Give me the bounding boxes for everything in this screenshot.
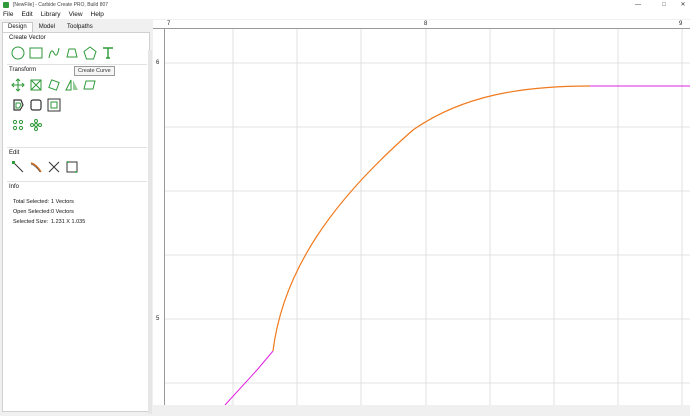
create-vector-section: Create Vector bbox=[7, 33, 147, 65]
menu-bar: File Edit Library View Help bbox=[0, 9, 690, 19]
menu-library[interactable]: Library bbox=[38, 11, 64, 18]
section-title-create-vector: Create Vector bbox=[9, 35, 46, 41]
info-label: Selected Size: bbox=[13, 219, 49, 225]
canvas-scrollbar-horizontal[interactable] bbox=[153, 405, 690, 414]
info-value: 1.231 X 1.035 bbox=[51, 219, 86, 225]
ruler-left: 6 5 bbox=[153, 29, 165, 414]
app-icon bbox=[3, 1, 9, 8]
move-tool-icon[interactable] bbox=[10, 77, 26, 93]
selected-orange-curve[interactable] bbox=[272, 85, 591, 352]
ruler-tick-label: 7 bbox=[167, 21, 171, 27]
menu-help[interactable]: Help bbox=[88, 11, 107, 18]
panel-scrollbar[interactable] bbox=[148, 50, 152, 414]
polyline-tool-icon[interactable] bbox=[64, 45, 80, 61]
tab-toolpaths[interactable]: Toolpaths bbox=[61, 22, 99, 32]
info-value: 1 Vectors bbox=[51, 199, 74, 205]
join-tool-icon[interactable] bbox=[46, 97, 62, 113]
circle-tool-icon[interactable] bbox=[10, 45, 26, 61]
ruler-tick-label: 8 bbox=[424, 21, 428, 27]
design-canvas[interactable] bbox=[153, 20, 690, 414]
mirror-tool-icon[interactable] bbox=[64, 77, 80, 93]
align-tool-icon[interactable] bbox=[10, 117, 26, 133]
info-value: 0 Vectors bbox=[51, 209, 74, 215]
scale-tool-icon[interactable] bbox=[28, 77, 44, 93]
magenta-segment-lower[interactable] bbox=[224, 350, 274, 406]
grid-lines bbox=[165, 29, 690, 414]
tab-design[interactable]: Design bbox=[2, 22, 33, 32]
edit-section: Edit bbox=[7, 148, 147, 182]
ruler-tick-label: 5 bbox=[156, 316, 160, 322]
ruler-tick-label: 6 bbox=[156, 60, 160, 66]
title-bar: [NewFile] - Carbide Create PRO, Build 80… bbox=[0, 0, 690, 9]
section-title-edit: Edit bbox=[9, 150, 20, 156]
rotate-tool-icon[interactable] bbox=[46, 77, 62, 93]
info-label: Open Selected: bbox=[13, 209, 51, 215]
text-tool-icon[interactable] bbox=[100, 45, 116, 61]
menu-edit[interactable]: Edit bbox=[18, 11, 35, 18]
skew-tool-icon[interactable] bbox=[82, 77, 98, 93]
info-row-selected-size: Selected Size: 1.231 X 1.035 bbox=[13, 219, 85, 225]
tab-model[interactable]: Model bbox=[33, 22, 61, 32]
info-row-open-selected: Open Selected: 0 Vectors bbox=[13, 209, 74, 215]
minimize-icon[interactable]: — bbox=[630, 0, 646, 9]
canvas-drawing bbox=[153, 29, 690, 414]
offset-tool-icon[interactable] bbox=[10, 97, 26, 113]
tab-bar: Design Model Toolpaths bbox=[2, 22, 99, 32]
ruler-top: 7 8 9 bbox=[153, 20, 690, 29]
maximize-icon[interactable]: □ bbox=[656, 0, 672, 9]
fillet-tool-icon[interactable] bbox=[64, 159, 80, 175]
curve-tool-icon[interactable] bbox=[46, 45, 62, 61]
info-row-total-selected: Total Selected: 1 Vectors bbox=[13, 199, 74, 205]
node-edit-icon[interactable] bbox=[10, 159, 26, 175]
boolean-tool-icon[interactable] bbox=[28, 97, 44, 113]
ruler-tick-label: 9 bbox=[679, 21, 683, 27]
section-title-info: Info bbox=[9, 184, 20, 190]
left-panel: Design Model Toolpaths Create Vector Tra… bbox=[0, 20, 152, 414]
rectangle-tool-icon[interactable] bbox=[28, 45, 44, 61]
info-label: Total Selected: bbox=[13, 199, 50, 205]
close-icon[interactable]: ✕ bbox=[675, 0, 690, 9]
menu-file[interactable]: File bbox=[0, 11, 16, 18]
transform-section: Transform bbox=[7, 65, 147, 148]
smooth-curve-icon[interactable] bbox=[28, 159, 44, 175]
array-tool-icon[interactable] bbox=[28, 117, 44, 133]
trim-tool-icon[interactable] bbox=[46, 159, 62, 175]
tooltip-create-curve: Create Curve bbox=[74, 66, 115, 76]
design-panel: Create Vector Transform Edit Info Total … bbox=[2, 32, 150, 412]
menu-view[interactable]: View bbox=[66, 11, 86, 18]
polygon-tool-icon[interactable] bbox=[82, 45, 98, 61]
window-title: [NewFile] - Carbide Create PRO, Build 80… bbox=[13, 1, 109, 8]
